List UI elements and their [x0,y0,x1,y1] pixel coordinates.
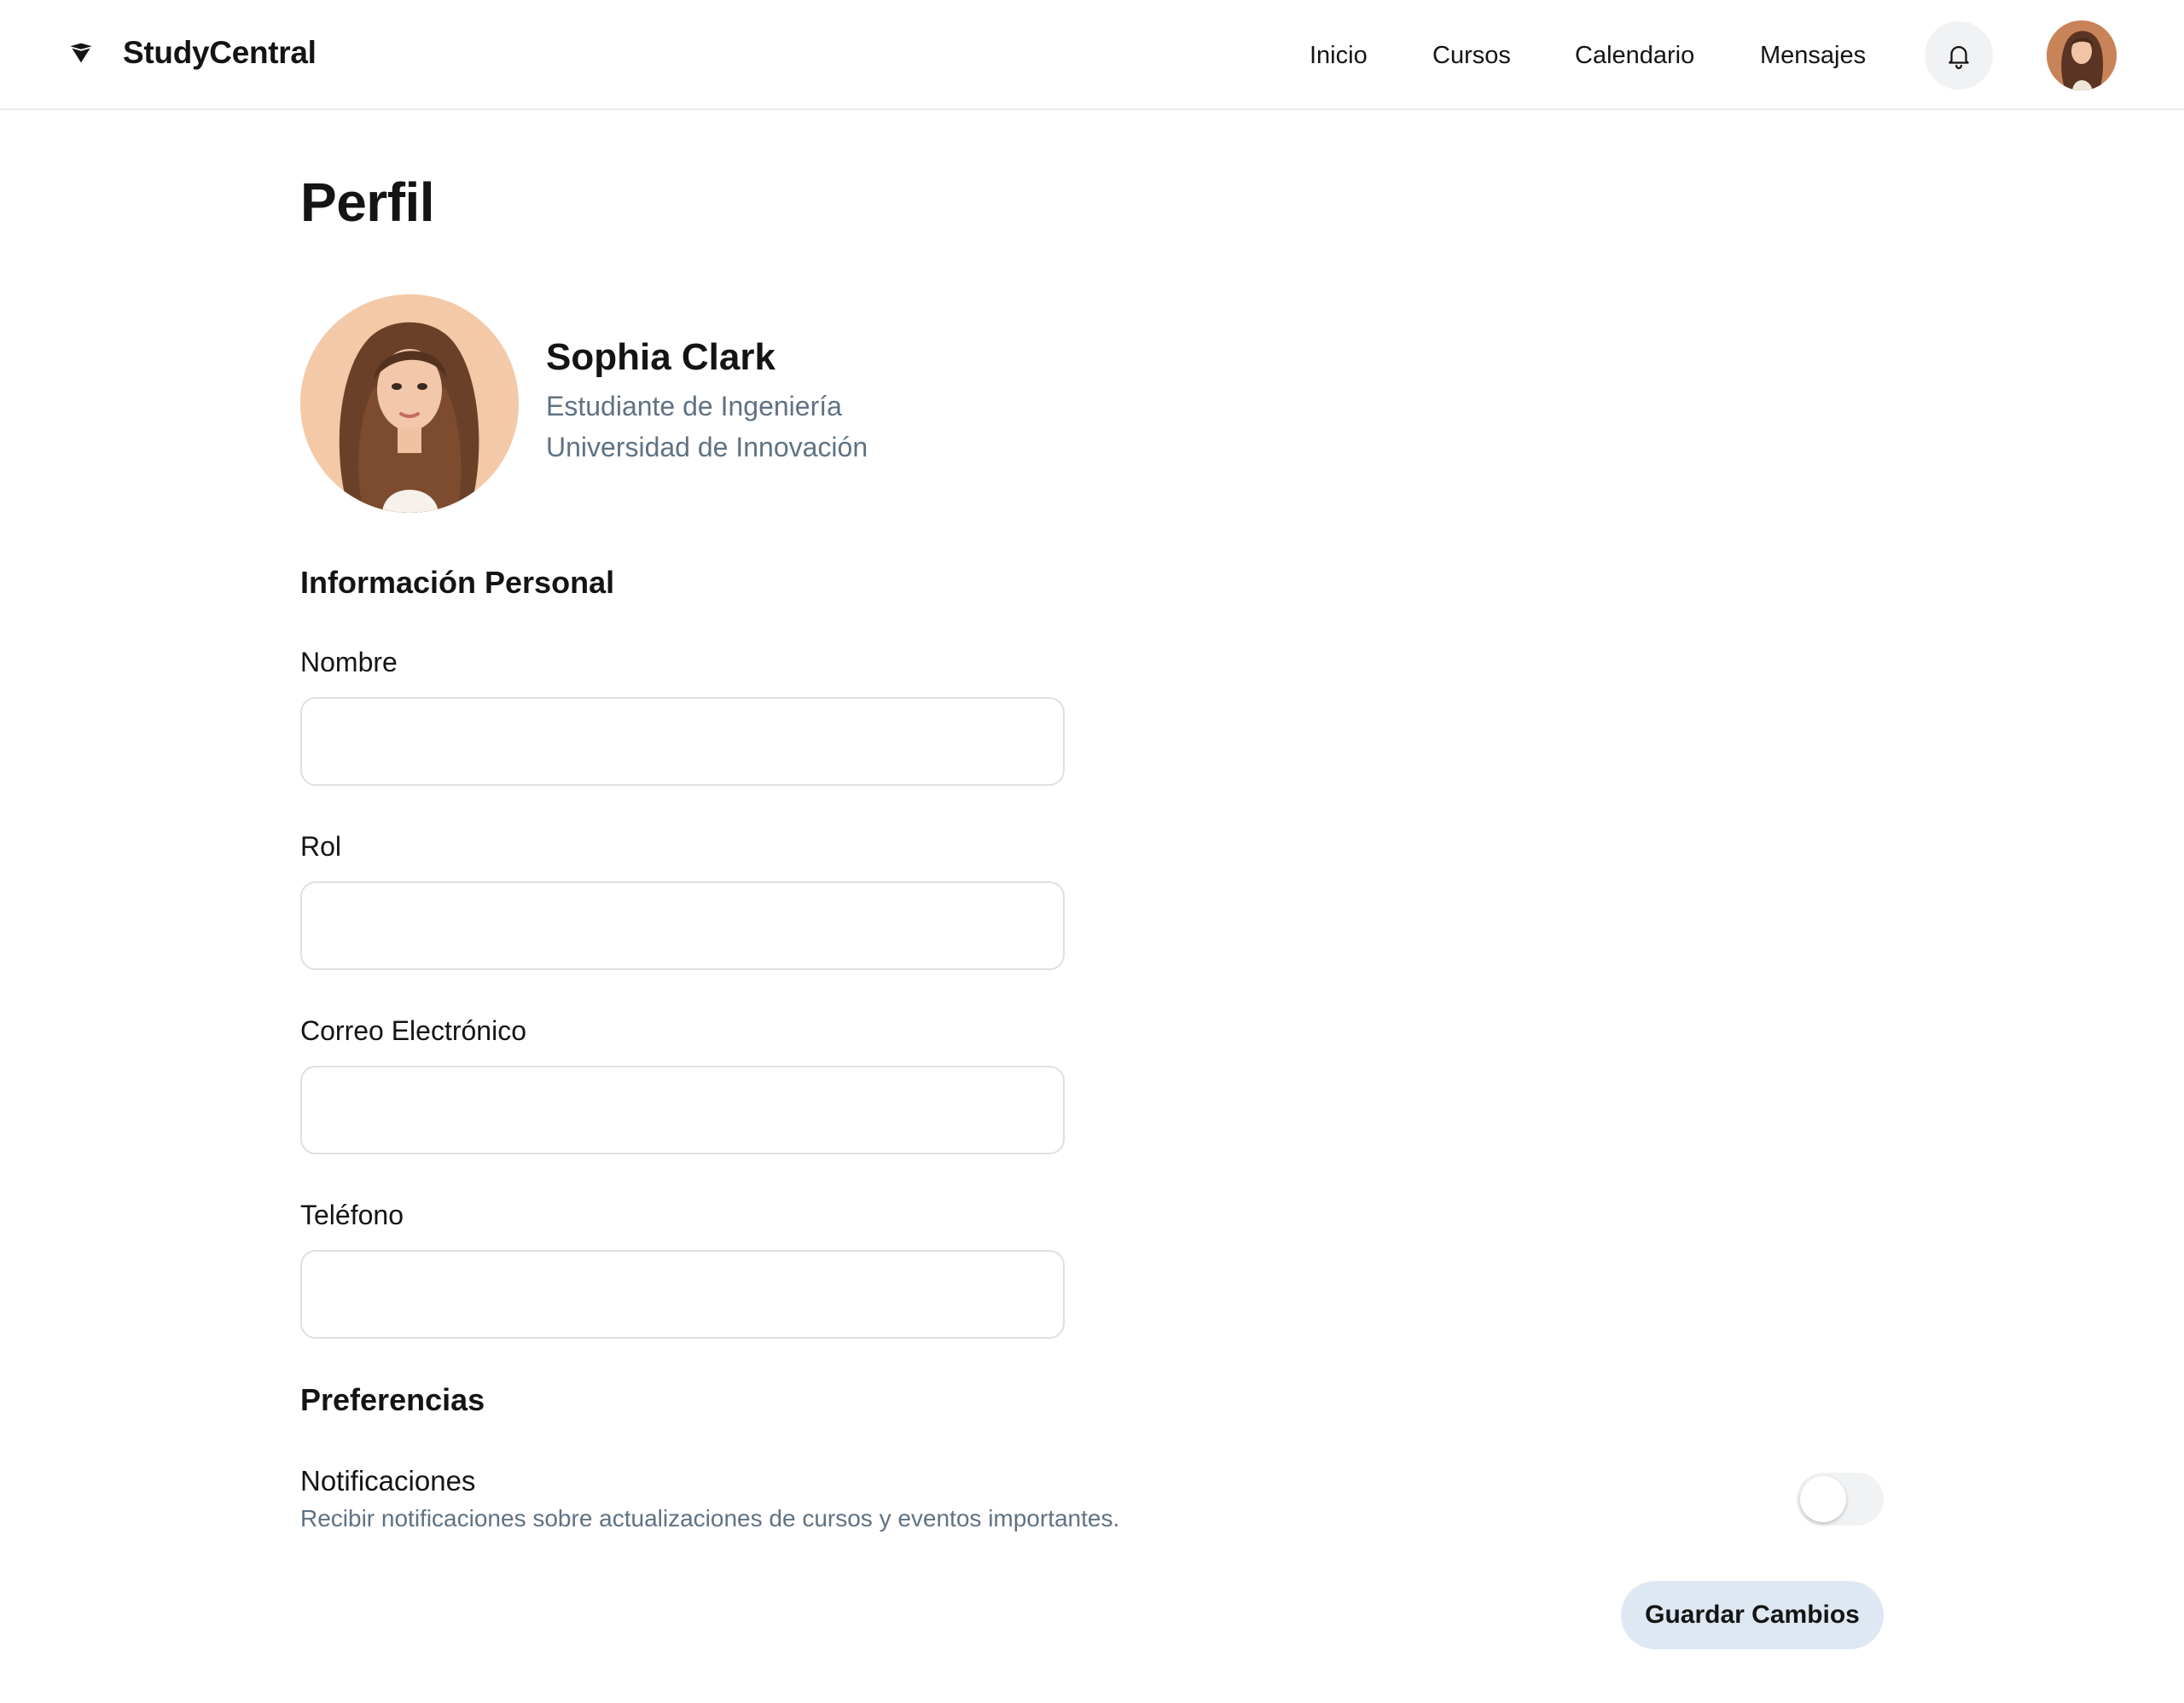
phone-input[interactable] [300,1250,1065,1339]
notifications-button[interactable] [1925,21,1993,90]
profile-photo [300,294,519,513]
brand[interactable]: StudyCentral [67,29,317,77]
section-title-personal-info: Información Personal [300,565,615,600]
role-input[interactable] [300,881,1065,970]
section-title-preferences: Preferencias [300,1382,485,1417]
avatar-image [2047,20,2117,90]
user-avatar[interactable] [2047,20,2117,90]
profile-university: Universidad de Innovación [546,432,868,462]
profile-name: Sophia Clark [546,336,775,378]
notifications-description: Recibir notificaciones sobre actualizaci… [300,1505,1120,1532]
toggle-knob [1800,1476,1846,1522]
save-changes-button[interactable]: Guardar Cambios [1621,1581,1884,1649]
graduation-cap-icon [70,43,92,63]
nav-item-cursos[interactable]: Cursos [1432,42,1511,70]
notifications-toggle[interactable] [1797,1473,1884,1526]
brand-name: StudyCentral [123,35,317,70]
nav-item-inicio[interactable]: Inicio [1310,42,1368,70]
notifications-title: Notificaciones [300,1465,476,1497]
profile-role: Estudiante de Ingeniería [546,391,842,421]
name-input[interactable] [300,697,1065,786]
name-label: Nombre [300,647,398,677]
page-title: Perfil [300,171,435,233]
nav-item-mensajes[interactable]: Mensajes [1760,42,1866,70]
bell-icon [1949,46,1969,69]
role-label: Rol [300,831,342,862]
top-navigation-bar: StudyCentral Inicio Cursos Calendario Me… [0,0,2184,110]
profile-avatar [300,294,519,513]
nav-item-calendario[interactable]: Calendario [1575,42,1694,70]
phone-label: Teléfono [300,1200,404,1230]
email-label: Correo Electrónico [300,1015,526,1046]
email-input[interactable] [300,1066,1065,1154]
